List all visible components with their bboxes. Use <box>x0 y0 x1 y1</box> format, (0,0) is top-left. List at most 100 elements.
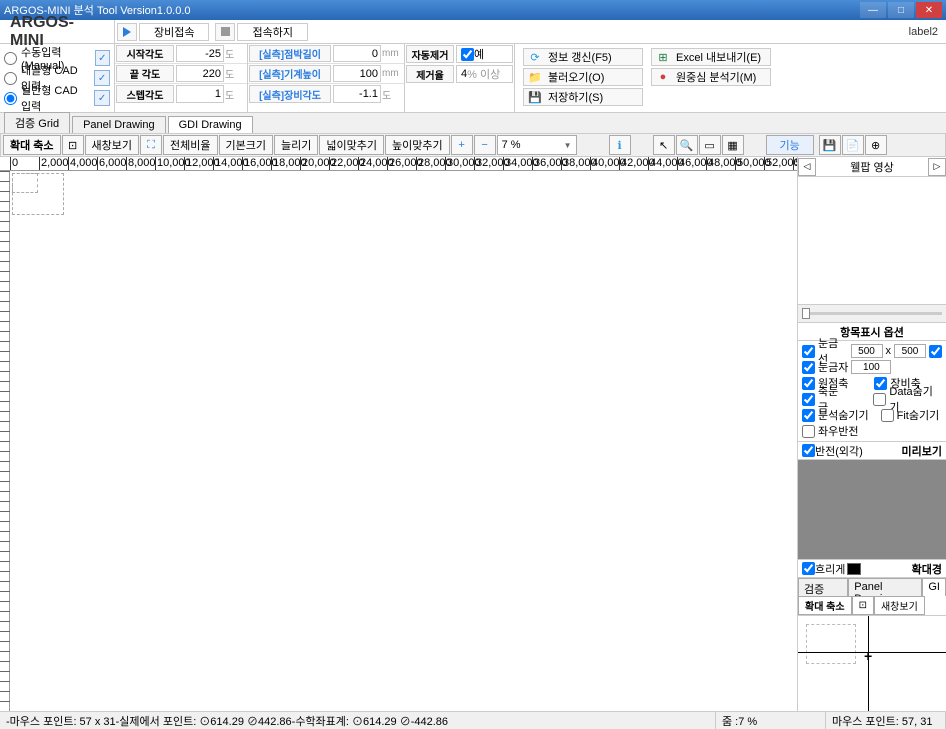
doc-icon[interactable]: 📄 <box>842 135 864 155</box>
auto-remove-checkbox[interactable] <box>461 48 474 61</box>
magnifier-header: 흐리게확대경 <box>798 560 946 578</box>
invert-checkbox[interactable] <box>802 444 815 457</box>
data-hide-checkbox[interactable] <box>873 393 886 406</box>
toolbar: 확대 축소 ⊡ 새창보기 ⛶ 전체비율 기본크기 늘리기 넓이맞추기 높이맞추기… <box>0 133 946 157</box>
polygon-radio[interactable] <box>4 72 17 85</box>
ruler-tick: 54,000 <box>793 157 797 171</box>
close-button[interactable]: ✕ <box>916 2 942 18</box>
pointer-icon[interactable]: ↖ <box>653 135 675 155</box>
gridline-checkbox[interactable] <box>802 345 815 358</box>
remove-rate-value[interactable]: 4 % 이상 <box>456 65 513 83</box>
info-icon[interactable]: ℹ <box>609 135 631 155</box>
status-mouse: 마우스 포인트: 57, 31 <box>826 712 946 729</box>
gridtext-input[interactable] <box>851 360 891 374</box>
ruler-tick: 6,000 <box>97 157 127 171</box>
ruler-tick: 2,000 <box>39 157 69 171</box>
general-check-button[interactable]: ✓ <box>94 90 110 106</box>
blur-checkbox[interactable] <box>802 562 815 575</box>
play-icon <box>123 27 131 37</box>
auto-remove-column: 자동제거 예 제거율4 % 이상 <box>405 44 515 112</box>
ruler-tick: 0 <box>10 157 18 171</box>
mini-zoom-button[interactable]: 확대 축소 <box>798 596 852 615</box>
zoom-button[interactable]: 확대 축소 <box>3 135 61 155</box>
auto-remove-value[interactable]: 예 <box>456 45 513 63</box>
mini-tab-verify[interactable]: 검증 Grid <box>798 578 848 596</box>
equip-angle-value[interactable]: -1.1 <box>333 85 381 103</box>
general-radio[interactable] <box>4 92 17 105</box>
ruler-tick: 8,000 <box>126 157 156 171</box>
image-slider[interactable] <box>798 305 946 323</box>
function-button[interactable]: 기능 <box>766 135 814 155</box>
color-box[interactable] <box>847 563 861 575</box>
start-angle-value[interactable]: -25 <box>176 45 224 62</box>
step-angle-value[interactable]: 1 <box>176 85 224 103</box>
axis-scale-checkbox[interactable] <box>802 393 815 406</box>
mini-tab-gi[interactable]: GI <box>922 578 946 596</box>
fit-height-button[interactable]: 높이맞추기 <box>385 135 450 155</box>
stretch-button[interactable]: 늘리기 <box>274 135 318 155</box>
ruler-icon[interactable]: ▭ <box>699 135 721 155</box>
fit-hide-checkbox[interactable] <box>881 409 894 422</box>
label2-text: label2 <box>909 26 946 38</box>
disconnect-label[interactable]: 접속하지 <box>237 23 307 41</box>
slider-thumb[interactable] <box>802 308 810 319</box>
next-image-button[interactable]: ▷ <box>928 158 946 176</box>
excel-export-button[interactable]: ⊞Excel 내보내기(E) <box>651 48 771 66</box>
analysis-hide-checkbox[interactable] <box>802 409 815 422</box>
end-angle-label: 끝 각도 <box>116 65 174 82</box>
orig-size-button[interactable]: 기본크기 <box>219 135 273 155</box>
jumbak-label: [실측]점박길이 <box>249 45 331 62</box>
polygon-check-button[interactable]: ✓ <box>94 70 110 86</box>
grid-extra-checkbox[interactable] <box>929 345 942 358</box>
end-angle-value[interactable]: 220 <box>176 65 224 82</box>
drawing-canvas[interactable] <box>10 171 797 713</box>
fit-width-button[interactable]: 넓이맞추기 <box>319 135 384 155</box>
full-ratio-button[interactable]: 전체비율 <box>163 135 217 155</box>
mini-reset-button[interactable]: 새창보기 <box>874 596 925 615</box>
canvas-area: 02,0004,0006,0008,00010,00012,00014,0001… <box>0 157 798 713</box>
equip-axis-checkbox[interactable] <box>874 377 887 390</box>
add-icon[interactable]: ⊕ <box>865 135 887 155</box>
window-title: ARGOS-MINI 분석 Tool Version1.0.0.0 <box>4 2 860 18</box>
manual-check-button[interactable]: ✓ <box>95 50 110 66</box>
preview-image <box>798 460 946 560</box>
tab-gdi-drawing[interactable]: GDI Drawing <box>168 116 253 133</box>
mini-tabs: 검증 Grid Panel Drawing GI <box>798 578 946 596</box>
maximize-button[interactable]: □ <box>888 2 914 18</box>
grid-h-input[interactable] <box>894 344 926 358</box>
jumbak-value[interactable]: 0 <box>333 45 381 62</box>
start-angle-label: 시작각도 <box>116 45 174 62</box>
disk-icon[interactable]: 💾 <box>819 135 841 155</box>
right-panel: ◁ 웰팝 영상 ▷ 항목표시 옵션 눈금선 x 눈금자 원점축장비축 축눈금Da… <box>798 157 946 713</box>
machine-height-value[interactable]: 100 <box>333 65 381 82</box>
excel-icon: ⊞ <box>656 50 670 64</box>
full-ratio-icon[interactable]: ⛶ <box>140 135 162 155</box>
disconnect-stop-button[interactable] <box>215 23 235 41</box>
plus-icon[interactable]: + <box>451 135 473 155</box>
mini-tab-panel[interactable]: Panel Drawing <box>848 578 922 596</box>
grid-icon[interactable]: ▦ <box>722 135 744 155</box>
origin-axis-checkbox[interactable] <box>802 377 815 390</box>
mini-canvas[interactable]: + <box>798 616 946 713</box>
save-button[interactable]: 💾저장하기(S) <box>523 88 643 106</box>
minus-icon[interactable]: − <box>474 135 496 155</box>
connect-label[interactable]: 장비접속 <box>139 23 209 41</box>
gridtext-checkbox[interactable] <box>802 361 815 374</box>
flip-lr-checkbox[interactable] <box>802 425 815 438</box>
centroid-button[interactable]: ●원중심 분석기(M) <box>651 68 771 86</box>
tab-panel-drawing[interactable]: Panel Drawing <box>72 116 166 133</box>
reset-view-button[interactable]: 새창보기 <box>85 135 139 155</box>
tab-verify-grid[interactable]: 검증 Grid <box>4 112 70 133</box>
minimize-button[interactable]: — <box>860 2 886 18</box>
manual-radio[interactable] <box>4 52 17 65</box>
magnify-icon[interactable]: 🔍 <box>676 135 698 155</box>
refresh-button[interactable]: ⟳정보 갱신(F5) <box>523 48 643 66</box>
connect-play-button[interactable] <box>117 23 137 41</box>
zoom-combo[interactable]: 7 % <box>497 135 577 155</box>
prev-image-button[interactable]: ◁ <box>798 158 816 176</box>
load-button[interactable]: 📁불러오기(O) <box>523 68 643 86</box>
reset-view-icon[interactable]: ⊡ <box>62 135 84 155</box>
grid-w-input[interactable] <box>851 344 883 358</box>
mini-reset-icon[interactable]: ⊡ <box>852 596 874 615</box>
vertical-ruler <box>0 171 10 713</box>
